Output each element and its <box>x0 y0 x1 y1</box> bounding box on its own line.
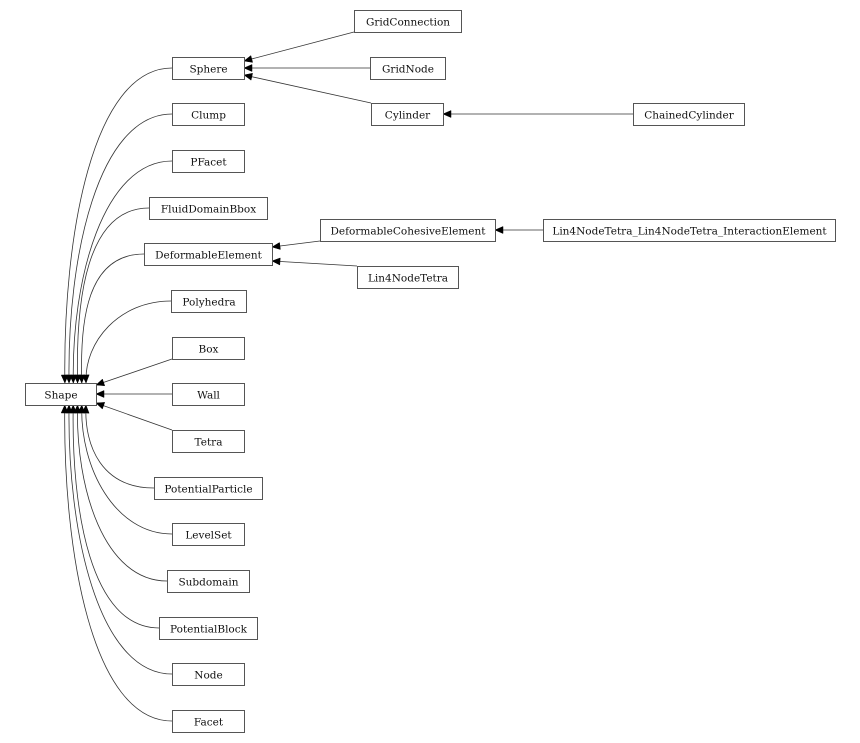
class-node-chained-cylinder[interactable]: ChainedCylinder <box>633 103 745 126</box>
class-node-wall[interactable]: Wall <box>172 383 245 406</box>
class-node-label: FluidDomainBbox <box>161 204 256 216</box>
class-node-sphere[interactable]: Sphere <box>172 57 245 80</box>
edge-line <box>77 404 168 582</box>
class-node-facet[interactable]: Facet <box>172 710 245 733</box>
edge-tetra-to-shape <box>95 402 173 431</box>
edge-polyhedra-to-shape <box>81 300 172 384</box>
arrowhead-icon <box>243 72 253 81</box>
class-node-node[interactable]: Node <box>172 663 245 686</box>
edge-pfacet-to-shape <box>69 160 173 384</box>
diagram-canvas: Shape Sphere Clump PFacet FluidDomainBbox Def… <box>25 10 836 733</box>
edge-line <box>72 160 173 384</box>
class-node-label: DeformableElement <box>155 250 263 262</box>
edge-line <box>95 358 173 386</box>
edge-level-set-to-shape <box>77 404 173 535</box>
class-node-label: Polyhedra <box>182 297 235 309</box>
class-node-label: ChainedCylinder <box>644 110 734 122</box>
edge-node-to-shape <box>65 404 173 675</box>
edge-deformable-cohesive-element-to-deformable-element <box>271 240 321 250</box>
class-node-label: Wall <box>197 390 220 402</box>
edge-line <box>64 404 173 722</box>
edge-line <box>85 404 155 489</box>
class-node-label: PotentialParticle <box>164 484 252 496</box>
arrowhead-icon <box>243 55 253 63</box>
class-node-shape[interactable]: Shape <box>25 383 97 406</box>
class-node-label: Lin4NodeTetra_Lin4NodeTetra_InteractionE… <box>552 226 827 238</box>
inheritance-diagram: Shape Sphere Clump PFacet FluidDomainBbox Def… <box>0 0 860 743</box>
edge-line <box>81 404 173 535</box>
class-node-label: Clump <box>191 110 226 122</box>
edge-fluid-domain-bbox-to-shape <box>73 207 150 384</box>
edge-chained-cylinder-to-cylinder <box>442 110 633 118</box>
edge-wall-to-shape <box>95 390 172 398</box>
class-node-label: Node <box>194 670 222 682</box>
class-node-label: Tetra <box>195 437 223 449</box>
class-node-label: LevelSet <box>185 530 232 542</box>
class-node-label: GridConnection <box>366 17 450 29</box>
class-node-grid-connection[interactable]: GridConnection <box>354 10 462 33</box>
arrowhead-icon <box>95 390 105 398</box>
arrowhead-icon <box>95 378 106 387</box>
edge-line <box>68 404 173 675</box>
class-node-label: DeformableCohesiveElement <box>331 226 487 238</box>
class-node-label: GridNode <box>382 64 434 76</box>
edge-box-to-shape <box>95 358 173 387</box>
edge-line <box>243 31 355 62</box>
edge-lin4-node-tetra-to-deformable-element <box>271 257 358 267</box>
arrowhead-icon <box>243 64 253 72</box>
edge-facet-to-shape <box>60 404 173 722</box>
edge-line <box>243 74 372 104</box>
arrowhead-icon <box>494 226 504 234</box>
edge-potential-block-to-shape <box>69 404 160 629</box>
edge-line <box>81 253 145 384</box>
edge-lin4-node-tetra-lin4-node-tetra-interaction-element-to-deformable-cohesive-element <box>494 226 543 234</box>
class-node-label: PFacet <box>190 157 227 169</box>
class-node-label: Box <box>199 344 219 356</box>
class-node-pfacet[interactable]: PFacet <box>172 150 245 173</box>
class-node-fluid-domain-bbox[interactable]: FluidDomainBbox <box>149 197 268 220</box>
edge-line <box>85 300 172 384</box>
class-node-label: Sphere <box>189 64 227 76</box>
edge-line <box>271 260 358 267</box>
edge-line <box>95 402 173 431</box>
arrowhead-icon <box>271 257 281 266</box>
class-node-grid-node[interactable]: GridNode <box>370 57 446 80</box>
edge-line <box>72 404 160 629</box>
class-node-potential-particle[interactable]: PotentialParticle <box>154 477 263 500</box>
class-node-label: Cylinder <box>385 110 431 122</box>
class-node-subdomain[interactable]: Subdomain <box>167 570 250 593</box>
class-node-box[interactable]: Box <box>172 337 245 360</box>
class-node-label: Facet <box>194 717 224 729</box>
class-node-deformable-cohesive-element[interactable]: DeformableCohesiveElement <box>320 219 496 242</box>
class-node-deformable-element[interactable]: DeformableElement <box>144 243 273 266</box>
class-node-tetra[interactable]: Tetra <box>172 430 245 453</box>
edge-grid-connection-to-sphere <box>243 31 355 63</box>
class-node-label: PotentialBlock <box>170 624 248 636</box>
edge-line <box>76 207 150 384</box>
class-node-level-set[interactable]: LevelSet <box>172 523 245 546</box>
class-node-label: Shape <box>44 390 77 402</box>
class-node-potential-block[interactable]: PotentialBlock <box>159 617 258 640</box>
edge-grid-node-to-sphere <box>243 64 370 72</box>
class-node-clump[interactable]: Clump <box>172 103 245 126</box>
class-node-label: Lin4NodeTetra <box>368 273 448 285</box>
edge-potential-particle-to-shape <box>81 404 155 489</box>
class-node-lin4-node-tetra[interactable]: Lin4NodeTetra <box>357 266 459 289</box>
class-node-label: Subdomain <box>178 577 238 589</box>
class-node-polyhedra[interactable]: Polyhedra <box>171 290 247 313</box>
arrowhead-icon <box>271 242 281 250</box>
edge-line <box>64 67 173 384</box>
arrowhead-icon <box>95 402 106 410</box>
class-node-lin4-node-tetra-lin4-node-tetra-interaction-element[interactable]: Lin4NodeTetra_Lin4NodeTetra_InteractionE… <box>543 219 836 242</box>
arrowhead-icon <box>442 110 452 118</box>
edge-cylinder-to-sphere <box>243 72 372 104</box>
class-node-cylinder[interactable]: Cylinder <box>371 103 444 126</box>
